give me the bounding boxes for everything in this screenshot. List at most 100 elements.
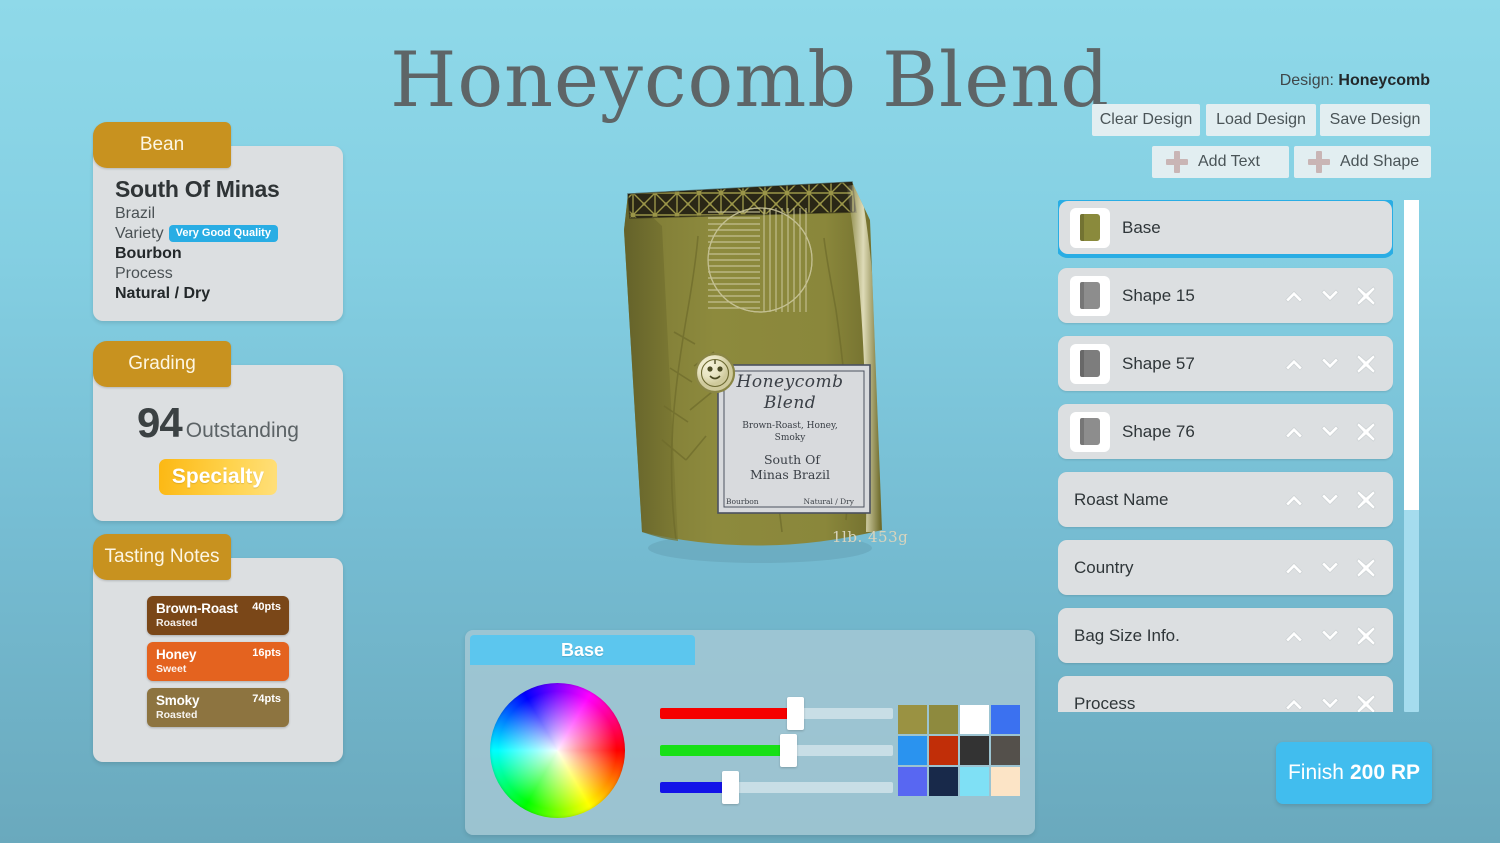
move-layer-up-icon[interactable] bbox=[1283, 557, 1305, 579]
delete-layer-icon[interactable] bbox=[1355, 421, 1377, 443]
load-design-button[interactable]: Load Design bbox=[1206, 104, 1316, 136]
move-layer-up-icon[interactable] bbox=[1283, 625, 1305, 647]
quality-badge: Very Good Quality bbox=[168, 225, 278, 242]
layer-controls bbox=[1283, 285, 1393, 307]
color-swatch[interactable] bbox=[929, 705, 958, 734]
layer-list-scrollbar[interactable] bbox=[1404, 200, 1419, 712]
layer-item[interactable]: Bag Size Info. bbox=[1058, 608, 1393, 663]
tasting-note: Honey Sweet 16pts bbox=[147, 642, 289, 681]
layer-item[interactable]: Shape 76 bbox=[1058, 404, 1393, 459]
move-layer-down-icon[interactable] bbox=[1319, 693, 1341, 713]
layer-label: Base bbox=[1122, 217, 1161, 237]
slider-fill bbox=[660, 782, 730, 793]
layer-label: Shape 76 bbox=[1122, 421, 1195, 441]
add-text-button[interactable]: Add Text bbox=[1152, 146, 1289, 178]
add-text-label: Add Text bbox=[1198, 153, 1260, 170]
clear-design-button[interactable]: Clear Design bbox=[1092, 104, 1200, 136]
layer-label: Roast Name bbox=[1074, 489, 1169, 509]
delete-layer-icon[interactable] bbox=[1355, 285, 1377, 307]
bean-variety-row: Variety Very Good Quality bbox=[115, 225, 321, 243]
move-layer-down-icon[interactable] bbox=[1319, 489, 1341, 511]
move-layer-up-icon[interactable] bbox=[1283, 285, 1305, 307]
grading-card-body: 94 Outstanding Specialty bbox=[93, 365, 343, 521]
move-layer-down-icon[interactable] bbox=[1319, 557, 1341, 579]
save-design-button[interactable]: Save Design bbox=[1320, 104, 1430, 136]
slider-knob[interactable] bbox=[780, 734, 798, 767]
layer-controls bbox=[1283, 489, 1393, 511]
layer-item[interactable]: Shape 15 bbox=[1058, 268, 1393, 323]
delete-layer-icon[interactable] bbox=[1355, 693, 1377, 712]
bean-process-label: Process bbox=[115, 265, 173, 282]
color-wheel[interactable] bbox=[490, 683, 625, 818]
tasting-card-body: Brown-Roast Roasted 40pts Honey Sweet 16pts Sm… bbox=[93, 558, 343, 762]
add-shape-button[interactable]: Add Shape bbox=[1294, 146, 1431, 178]
tasting-note-category: Sweet bbox=[156, 663, 187, 675]
move-layer-up-icon[interactable] bbox=[1283, 489, 1305, 511]
grading-score: 94 bbox=[137, 399, 183, 446]
bean-variety-label: Variety bbox=[115, 225, 164, 242]
tasting-note-points: 40pts bbox=[252, 601, 281, 613]
design-value: Honeycomb bbox=[1338, 72, 1430, 89]
layer-item[interactable]: Process bbox=[1058, 676, 1393, 712]
design-prefix: Design: bbox=[1279, 72, 1334, 89]
grading-card-tab: Grading bbox=[93, 341, 231, 387]
move-layer-down-icon[interactable] bbox=[1319, 625, 1341, 647]
slider-knob[interactable] bbox=[787, 697, 805, 730]
delete-layer-icon[interactable] bbox=[1355, 353, 1377, 375]
color-swatch[interactable] bbox=[898, 736, 927, 765]
coffee-bag-preview[interactable] bbox=[600, 160, 930, 580]
move-layer-up-icon[interactable] bbox=[1283, 353, 1305, 375]
plus-icon bbox=[1166, 151, 1188, 173]
bean-process-value: Natural / Dry bbox=[115, 285, 211, 302]
color-swatch[interactable] bbox=[929, 767, 958, 796]
layer-thumbnail bbox=[1070, 343, 1110, 384]
layer-controls bbox=[1283, 625, 1393, 647]
color-slider-r[interactable] bbox=[660, 697, 893, 730]
layer-item[interactable]: Country bbox=[1058, 540, 1393, 595]
color-swatch[interactable] bbox=[960, 736, 989, 765]
color-swatch[interactable] bbox=[991, 736, 1020, 765]
tasting-note-points: 74pts bbox=[252, 693, 281, 705]
layer-label: Bag Size Info. bbox=[1074, 625, 1180, 645]
finish-button[interactable]: Finish 200 RP bbox=[1276, 742, 1432, 804]
bean-card: Bean South Of Minas Brazil Variety Very G… bbox=[93, 122, 343, 321]
layer-label: Shape 15 bbox=[1122, 285, 1195, 305]
layer-thumbnail bbox=[1070, 275, 1110, 316]
bean-card-tab: Bean bbox=[93, 122, 231, 168]
color-swatch[interactable] bbox=[898, 705, 927, 734]
slider-knob[interactable] bbox=[721, 771, 739, 804]
tasting-note-category: Roasted bbox=[156, 709, 198, 721]
plus-icon bbox=[1308, 151, 1330, 173]
layer-item[interactable]: Shape 57 bbox=[1058, 336, 1393, 391]
color-swatch[interactable] bbox=[898, 767, 927, 796]
color-swatch[interactable] bbox=[991, 767, 1020, 796]
layer-item[interactable]: Base bbox=[1058, 200, 1393, 258]
color-swatch[interactable] bbox=[929, 736, 958, 765]
color-swatch[interactable] bbox=[991, 705, 1020, 734]
layer-thumbnail bbox=[1070, 207, 1110, 248]
slider-fill bbox=[660, 745, 789, 756]
bag-weight-text: 1lb. 453g bbox=[832, 528, 909, 546]
delete-layer-icon[interactable] bbox=[1355, 489, 1377, 511]
grading-specialty-pill: Specialty bbox=[159, 459, 277, 495]
finish-label: Finish bbox=[1287, 761, 1344, 784]
layer-controls bbox=[1283, 693, 1393, 713]
move-layer-up-icon[interactable] bbox=[1283, 421, 1305, 443]
scrollbar-thumb[interactable] bbox=[1404, 200, 1419, 510]
color-swatch[interactable] bbox=[960, 705, 989, 734]
color-swatch[interactable] bbox=[960, 767, 989, 796]
delete-layer-icon[interactable] bbox=[1355, 557, 1377, 579]
bean-name: South Of Minas bbox=[115, 176, 280, 202]
color-slider-b[interactable] bbox=[660, 771, 893, 804]
delete-layer-icon[interactable] bbox=[1355, 625, 1377, 647]
tasting-notes-card: Tasting Notes Brown-Roast Roasted 40pts Hon… bbox=[93, 534, 343, 762]
bean-country: Brazil bbox=[115, 205, 156, 222]
layer-list[interactable]: Base Shape 15 Shape 57 Shape 76 Roast Name Co… bbox=[1058, 200, 1393, 712]
color-slider-g[interactable] bbox=[660, 734, 893, 767]
move-layer-down-icon[interactable] bbox=[1319, 285, 1341, 307]
layer-controls bbox=[1283, 557, 1393, 579]
move-layer-up-icon[interactable] bbox=[1283, 693, 1305, 713]
layer-item[interactable]: Roast Name bbox=[1058, 472, 1393, 527]
move-layer-down-icon[interactable] bbox=[1319, 353, 1341, 375]
move-layer-down-icon[interactable] bbox=[1319, 421, 1341, 443]
